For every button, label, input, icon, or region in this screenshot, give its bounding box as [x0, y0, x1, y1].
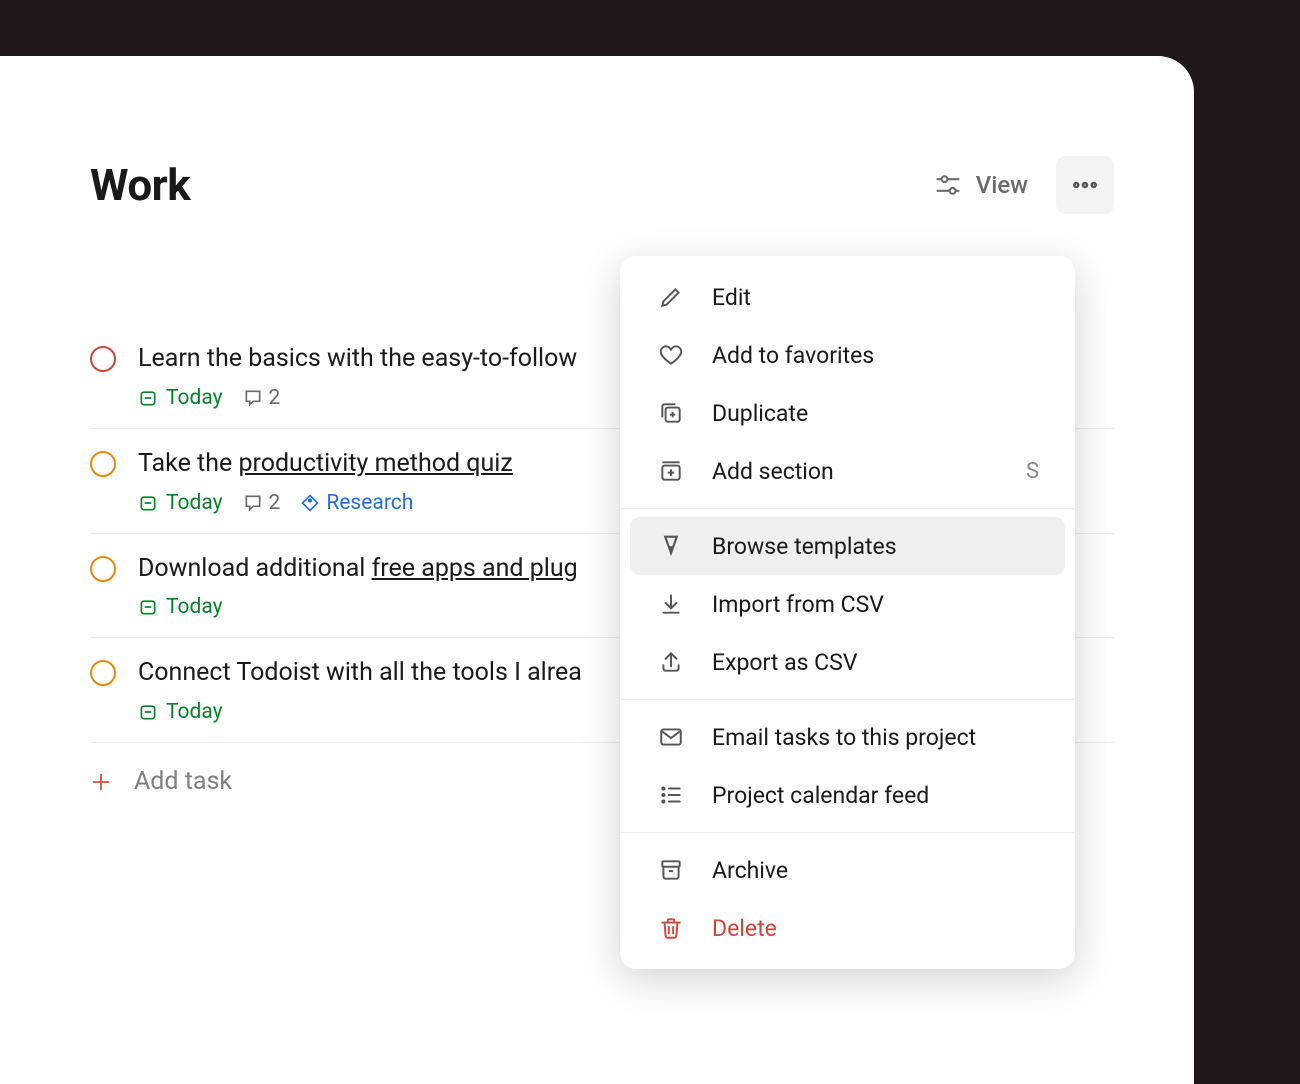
date-chip[interactable]: Today [138, 700, 223, 724]
project-panel: Work View [0, 56, 1194, 1084]
date-chip[interactable]: Today [138, 386, 223, 410]
task-checkbox[interactable] [90, 556, 116, 582]
menu-item-delete[interactable]: Delete [630, 899, 1065, 957]
list-icon [656, 780, 686, 810]
project-actions-menu: Edit Add to favorites Duplicate Add sect… [620, 256, 1075, 969]
date-chip[interactable]: Today [138, 491, 223, 515]
tag-icon [300, 493, 320, 513]
duplicate-icon [656, 398, 686, 428]
shortcut-label: S [1026, 459, 1039, 484]
templates-icon [656, 531, 686, 561]
menu-item-calendar-feed[interactable]: Project calendar feed [630, 766, 1065, 824]
label-chip[interactable]: Research [300, 491, 413, 515]
task-checkbox[interactable] [90, 346, 116, 372]
calendar-icon [138, 702, 158, 722]
trash-icon [656, 913, 686, 943]
menu-divider [620, 832, 1075, 833]
view-label: View [976, 171, 1028, 199]
pencil-icon [656, 282, 686, 312]
header-actions: View [934, 156, 1114, 214]
view-button[interactable]: View [934, 171, 1028, 199]
project-title: Work [90, 159, 190, 211]
menu-item-email-tasks[interactable]: Email tasks to this project [630, 708, 1065, 766]
menu-item-add-section[interactable]: Add section S [630, 442, 1065, 500]
comment-icon [243, 388, 263, 408]
upload-icon [656, 647, 686, 677]
task-checkbox[interactable] [90, 660, 116, 686]
menu-item-edit[interactable]: Edit [630, 268, 1065, 326]
menu-divider [620, 508, 1075, 509]
heart-icon [656, 340, 686, 370]
add-section-icon [656, 456, 686, 486]
add-task-label: Add task [134, 767, 232, 796]
menu-divider [620, 699, 1075, 700]
comments-chip[interactable]: 2 [243, 386, 281, 410]
menu-item-export-csv[interactable]: Export as CSV [630, 633, 1065, 691]
menu-item-archive[interactable]: Archive [630, 841, 1065, 899]
more-horizontal-icon [1070, 170, 1100, 200]
sliders-icon [934, 171, 962, 199]
menu-item-duplicate[interactable]: Duplicate [630, 384, 1065, 442]
mail-icon [656, 722, 686, 752]
archive-icon [656, 855, 686, 885]
date-chip[interactable]: Today [138, 595, 223, 619]
menu-item-import-csv[interactable]: Import from CSV [630, 575, 1065, 633]
calendar-icon [138, 597, 158, 617]
plus-icon [90, 771, 112, 793]
download-icon [656, 589, 686, 619]
comments-chip[interactable]: 2 [243, 491, 281, 515]
comment-icon [243, 493, 263, 513]
header: Work View [90, 156, 1114, 214]
more-options-button[interactable] [1056, 156, 1114, 214]
menu-item-favorites[interactable]: Add to favorites [630, 326, 1065, 384]
calendar-icon [138, 493, 158, 513]
calendar-icon [138, 388, 158, 408]
menu-item-browse-templates[interactable]: Browse templates [630, 517, 1065, 575]
task-checkbox[interactable] [90, 451, 116, 477]
